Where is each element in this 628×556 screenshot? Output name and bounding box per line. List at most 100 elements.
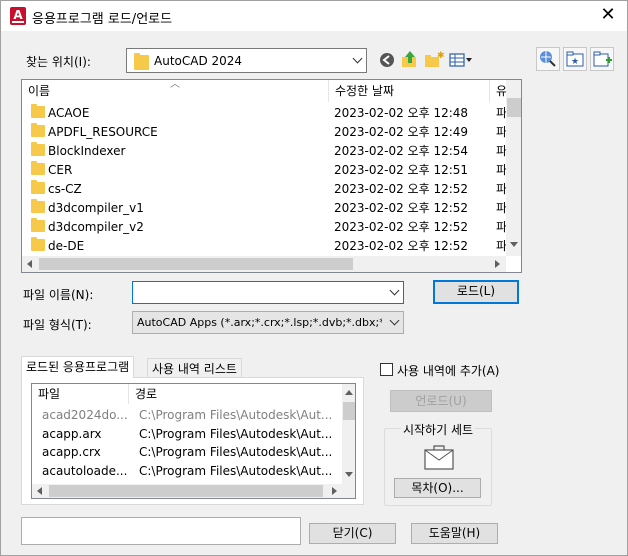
tab-history-list[interactable]: 사용 내역 리스트 <box>147 358 242 378</box>
folder-name: APDFL_RESOURCE <box>48 125 158 139</box>
scroll-up-arrow-icon[interactable] <box>345 390 353 395</box>
folder-icon <box>31 237 45 251</box>
file-name-cell: d3dcompiler_v2 <box>31 218 327 237</box>
autocad-app-icon: A <box>10 7 26 25</box>
file-list-row[interactable]: de-DE 2023-02-02 오후 12:52 파 <box>22 237 506 256</box>
contents-button[interactable]: 목차(O)... <box>394 478 481 498</box>
file-type-dropdown[interactable]: AutoCAD Apps (*.arx;*.crx;*.lsp;*.dvb;*.… <box>132 311 404 334</box>
title-bar: A 응용프로그램 로드/언로드 ✕ <box>1 1 627 31</box>
folder-icon <box>31 104 45 118</box>
file-name-cell: de-DE <box>31 237 327 256</box>
file-list-vscrollbar[interactable] <box>506 80 521 256</box>
svg-text:★: ★ <box>571 57 579 67</box>
type-cell: 파 <box>496 106 506 120</box>
startup-suite-title: 시작하기 세트 <box>400 423 476 437</box>
loaded-app-row[interactable]: acad2024do... C:\Program Files\Autodesk\A… <box>32 406 342 424</box>
file-name-cell: APDFL_RESOURCE <box>31 123 327 142</box>
type-cell: 파 <box>496 144 506 158</box>
file-type-label: 파일 형식(T): <box>23 318 92 332</box>
type-cell: 파 <box>496 182 506 196</box>
type-cell: 파 <box>496 201 506 215</box>
loaded-app-row[interactable]: acautoloade... C:\Program Files\Autodesk\… <box>32 462 342 480</box>
dialog-title: 응용프로그램 로드/언로드 <box>32 12 173 27</box>
app-file-cell: acapp.crx <box>42 445 101 459</box>
add-to-history-checkbox[interactable] <box>380 363 393 376</box>
folder-name: de-DE <box>48 239 85 253</box>
apps-hscrollbar[interactable] <box>32 484 355 498</box>
file-list-row[interactable]: d3dcompiler_v1 2023-02-02 오후 12:52 파 <box>22 199 506 218</box>
file-list-row[interactable]: APDFL_RESOURCE 2023-02-02 오후 12:49 파 <box>22 123 506 142</box>
load-button[interactable]: 로드(L) <box>433 280 519 304</box>
folder-icon <box>134 53 149 70</box>
scroll-left-arrow-icon[interactable] <box>37 487 42 495</box>
modified-date-cell: 2023-02-02 오후 12:52 <box>334 182 469 196</box>
folder-name: d3dcompiler_v1 <box>48 201 144 215</box>
file-list-row[interactable]: d3dcompiler_v2 2023-02-02 오후 12:52 파 <box>22 218 506 237</box>
app-file-cell: acad2024do... <box>42 408 128 422</box>
back-icon[interactable] <box>376 49 398 71</box>
close-button[interactable]: 닫기(C) <box>309 523 396 544</box>
file-name-input[interactable] <box>132 281 404 304</box>
loaded-app-row[interactable]: acapp.crx C:\Program Files\Autodesk\Aut..… <box>32 443 342 461</box>
help-button[interactable]: 도움말(H) <box>411 523 498 544</box>
folder-icon <box>31 180 45 194</box>
app-file-cell: acautoloade... <box>42 463 128 478</box>
column-header-name[interactable]: 이름 ︿ <box>22 80 329 102</box>
scroll-down-arrow-icon[interactable] <box>345 472 353 477</box>
search-web-icon[interactable] <box>536 47 560 71</box>
modified-date-cell: 2023-02-02 오후 12:54 <box>334 144 469 158</box>
scroll-down-arrow-icon[interactable] <box>510 242 518 247</box>
scroll-right-arrow-icon[interactable] <box>495 260 500 268</box>
folder-icon <box>31 199 45 213</box>
add-to-favorites-icon[interactable] <box>590 47 614 71</box>
file-type-value: AutoCAD Apps (*.arx;*.crx;*.lsp;*.dvb;*.… <box>137 316 382 329</box>
dialog-window: A 응용프로그램 로드/언로드 ✕ 찾는 위치(I): AutoCAD 2024… <box>0 0 628 556</box>
folder-name: cs-CZ <box>48 182 82 196</box>
tab-loaded-applications[interactable]: 로드된 응용프로그램 <box>21 356 135 378</box>
file-list-row[interactable]: CER 2023-02-02 오후 12:51 파 <box>22 161 506 180</box>
scroll-left-arrow-icon[interactable] <box>27 260 32 268</box>
briefcase-icon <box>424 445 454 470</box>
apps-vscrollbar[interactable] <box>342 384 355 484</box>
sort-up-icon: ︿ <box>170 80 180 90</box>
file-list-row[interactable]: BlockIndexer 2023-02-02 오후 12:54 파 <box>22 142 506 161</box>
loaded-app-row[interactable]: acapp.arx C:\Program Files\Autodesk\Aut..… <box>32 425 342 443</box>
vscroll-thumb[interactable] <box>507 98 521 117</box>
column-header-date[interactable]: 수정한 날짜 <box>329 80 490 102</box>
modified-date-cell: 2023-02-02 오후 12:48 <box>334 106 469 120</box>
loaded-apps-list[interactable]: 파일 경로 acad2024do... C:\Program Files\Auto… <box>31 383 356 499</box>
unload-button[interactable]: 언로드(U) <box>390 390 492 412</box>
apps-vscroll-thumb[interactable] <box>343 402 355 420</box>
file-list-row[interactable]: cs-CZ 2023-02-02 오후 12:52 파 <box>22 180 506 199</box>
apps-hscroll-thumb[interactable] <box>49 485 323 497</box>
close-icon[interactable]: ✕ <box>597 4 619 26</box>
folder-icon <box>31 142 45 156</box>
up-folder-icon[interactable] <box>399 49 421 71</box>
type-cell: 파 <box>496 163 506 177</box>
hscroll-thumb[interactable] <box>39 258 353 270</box>
folder-name: ACAOE <box>48 106 90 120</box>
modified-date-cell: 2023-02-02 오후 12:52 <box>334 201 469 215</box>
folder-icon <box>31 123 45 137</box>
loaded-apps-panel: 파일 경로 acad2024do... C:\Program Files\Auto… <box>21 377 364 505</box>
views-menu-icon[interactable] <box>447 49 475 71</box>
chevron-down-icon <box>352 53 363 63</box>
file-name-cell: cs-CZ <box>31 180 327 199</box>
status-box <box>21 517 301 545</box>
scroll-right-arrow-icon[interactable] <box>332 487 337 495</box>
chevron-down-icon <box>389 285 400 295</box>
new-folder-icon[interactable]: ✱ <box>422 49 444 71</box>
file-list-hscrollbar[interactable] <box>22 256 506 272</box>
app-path-cell: C:\Program Files\Autodesk\Aut... <box>139 463 333 478</box>
file-name-label: 파일 이름(N): <box>23 288 94 302</box>
file-list-row[interactable]: ACAOE 2023-02-02 오후 12:48 파 <box>22 104 506 123</box>
favorites-icon[interactable]: ★ <box>563 47 587 71</box>
app-path-cell: C:\Program Files\Autodesk\Aut... <box>139 445 333 459</box>
look-in-dropdown[interactable]: AutoCAD 2024 <box>126 48 367 73</box>
modified-date-cell: 2023-02-02 오후 12:49 <box>334 125 469 139</box>
column-header-path[interactable]: 경로 <box>129 384 344 404</box>
file-name-cell: BlockIndexer <box>31 142 327 161</box>
file-list[interactable]: 이름 ︿ 수정한 날짜 유 ACAOE 2023-02-02 오후 12:48 파 A… <box>21 79 522 273</box>
modified-date-cell: 2023-02-02 오후 12:52 <box>334 220 469 234</box>
column-header-file[interactable]: 파일 <box>32 384 129 404</box>
